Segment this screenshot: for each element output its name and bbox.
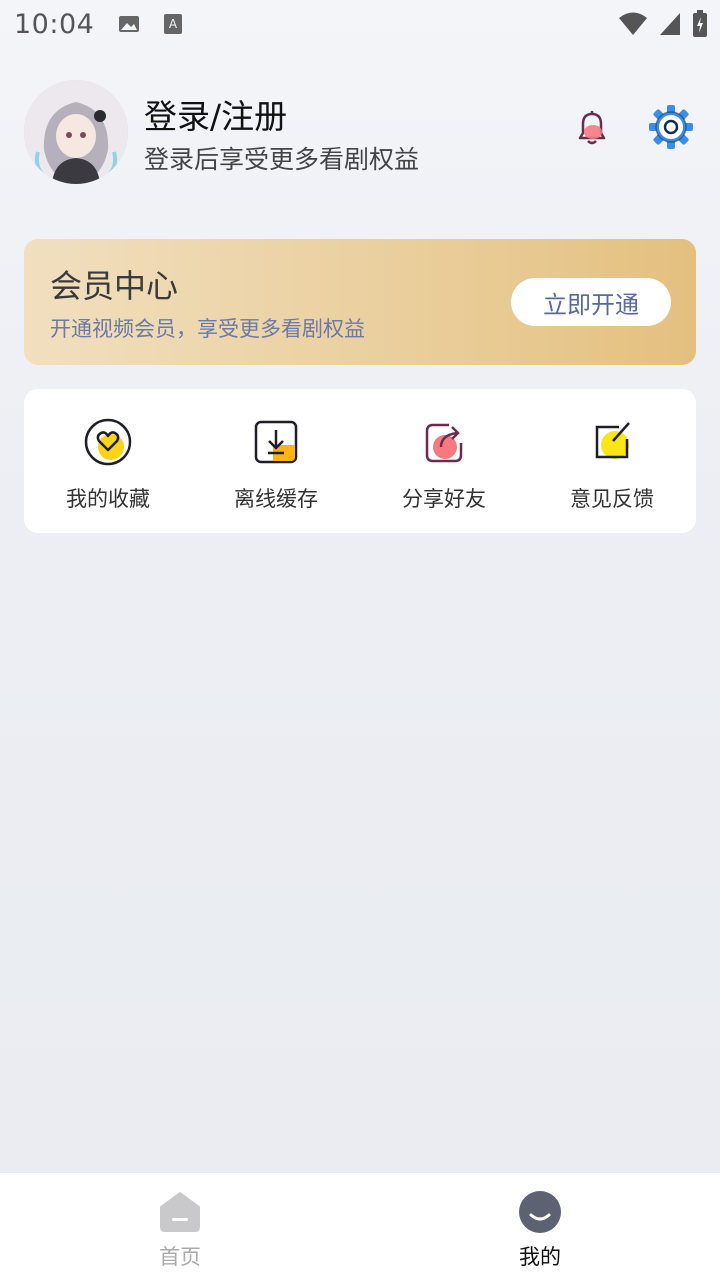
profile-icon xyxy=(519,1191,561,1233)
login-hint: 登录后享受更多看剧权益 xyxy=(144,145,420,174)
vip-center-card[interactable]: 会员中心 开通视频会员，享受更多看剧权益 立即开通 xyxy=(24,239,696,365)
battery-icon xyxy=(693,10,707,37)
tab-home[interactable]: 首页 xyxy=(0,1173,360,1280)
action-share[interactable]: 分享好友 xyxy=(360,389,528,533)
tab-mine[interactable]: 我的 xyxy=(360,1173,720,1280)
feedback-icon xyxy=(595,422,630,459)
tab-label: 我的 xyxy=(519,1245,561,1269)
bottom-nav: 首页 我的 xyxy=(0,1173,720,1280)
tab-label: 首页 xyxy=(159,1245,201,1269)
open-vip-button[interactable]: 立即开通 xyxy=(511,278,671,326)
action-label: 意见反馈 xyxy=(570,487,654,511)
image-icon xyxy=(119,16,140,32)
action-label: 我的收藏 xyxy=(66,487,150,511)
bell-icon[interactable] xyxy=(572,108,612,148)
svg-text:A: A xyxy=(169,17,178,31)
action-favorites[interactable]: 我的收藏 xyxy=(24,389,192,533)
home-icon xyxy=(160,1192,200,1232)
status-time: 10:04 xyxy=(14,8,95,40)
status-bar: 10:04 A xyxy=(0,0,720,48)
action-offline-cache[interactable]: 离线缓存 xyxy=(192,389,360,533)
wifi-icon xyxy=(619,12,647,35)
quick-actions-panel: 我的收藏 离线缓存 分享好友 意见反馈 xyxy=(24,389,696,533)
login-register-link[interactable]: 登录/注册 xyxy=(144,90,287,138)
action-label: 分享好友 xyxy=(402,487,486,511)
profile-header[interactable]: 登录/注册 登录后享受更多看剧权益 xyxy=(24,80,696,186)
share-icon xyxy=(425,423,463,463)
action-label: 离线缓存 xyxy=(234,487,318,511)
a-text-icon: A xyxy=(164,14,183,34)
vip-subtitle: 开通视频会员，享受更多看剧权益 xyxy=(50,317,365,341)
avatar[interactable] xyxy=(24,80,128,184)
action-feedback[interactable]: 意见反馈 xyxy=(528,389,696,533)
download-icon xyxy=(254,420,298,464)
heart-circle-icon xyxy=(84,418,132,466)
signal-icon xyxy=(660,13,680,35)
gear-icon[interactable] xyxy=(648,104,694,150)
vip-title: 会员中心 xyxy=(50,267,179,305)
